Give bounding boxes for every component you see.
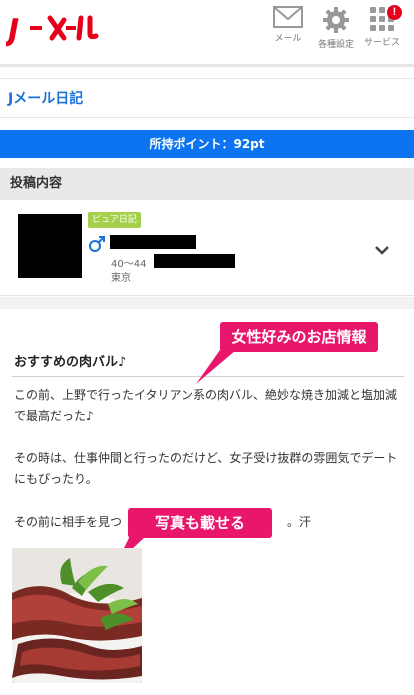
header-divider xyxy=(0,64,414,67)
notification-badge: ! xyxy=(387,5,402,20)
pure-diary-tag: ピュア日記 xyxy=(88,212,141,228)
redacted-username xyxy=(110,235,196,249)
avatar[interactable] xyxy=(18,214,82,278)
points-bar: 所持ポイント：92pt xyxy=(0,130,414,158)
post-photo[interactable] xyxy=(12,548,142,683)
callout-pointer xyxy=(196,350,236,384)
nav-settings[interactable]: 各種設定 xyxy=(314,6,358,50)
section-heading: 投稿内容 xyxy=(0,168,414,200)
app-header: J メール 各種設定 ! サービス xyxy=(0,0,414,62)
annotation-callout-text: 写真も載せる xyxy=(154,514,245,532)
location: 東京 xyxy=(111,273,131,284)
nav-service[interactable]: ! サービス xyxy=(360,5,404,48)
chevron-down-icon[interactable] xyxy=(375,245,389,255)
post-paragraph: この前、上野で行ったイタリアン系の肉バル、絶妙な焼き加減と塩加減で最高だった♪ xyxy=(14,388,398,423)
page-title[interactable]: Jメール日記 xyxy=(0,78,414,118)
gear-icon xyxy=(323,7,349,33)
annotation-callout: 写真も載せる xyxy=(128,508,272,538)
section-gap xyxy=(0,297,414,309)
annotation-callout: 女性好みのお店情報 xyxy=(220,322,378,352)
post-title: おすすめの肉バル♪ xyxy=(14,355,127,370)
nav-mail-label: メール xyxy=(274,34,302,44)
poster-profile[interactable]: ピュア日記 40～44 東京 xyxy=(0,200,414,296)
age-range: 40～44 xyxy=(111,259,147,270)
svg-text:J: J xyxy=(6,13,19,48)
post-paragraph-end: 。汗 xyxy=(287,515,312,529)
nav-settings-label: 各種設定 xyxy=(317,40,354,50)
envelope-icon xyxy=(273,6,303,28)
nav-service-label: サービス xyxy=(363,38,400,48)
annotation-callout-text: 女性好みのお店情報 xyxy=(231,328,367,346)
redacted-info xyxy=(154,254,235,268)
jmail-logo[interactable]: J xyxy=(3,8,102,48)
post-paragraph: その時は、仕事仲間と行ったのだけど、女子受け抜群の雰囲気でデートにもぴったり。 xyxy=(14,451,398,486)
meat-dish-image xyxy=(12,548,142,683)
male-icon xyxy=(89,236,105,252)
nav-mail[interactable]: メール xyxy=(266,6,310,44)
